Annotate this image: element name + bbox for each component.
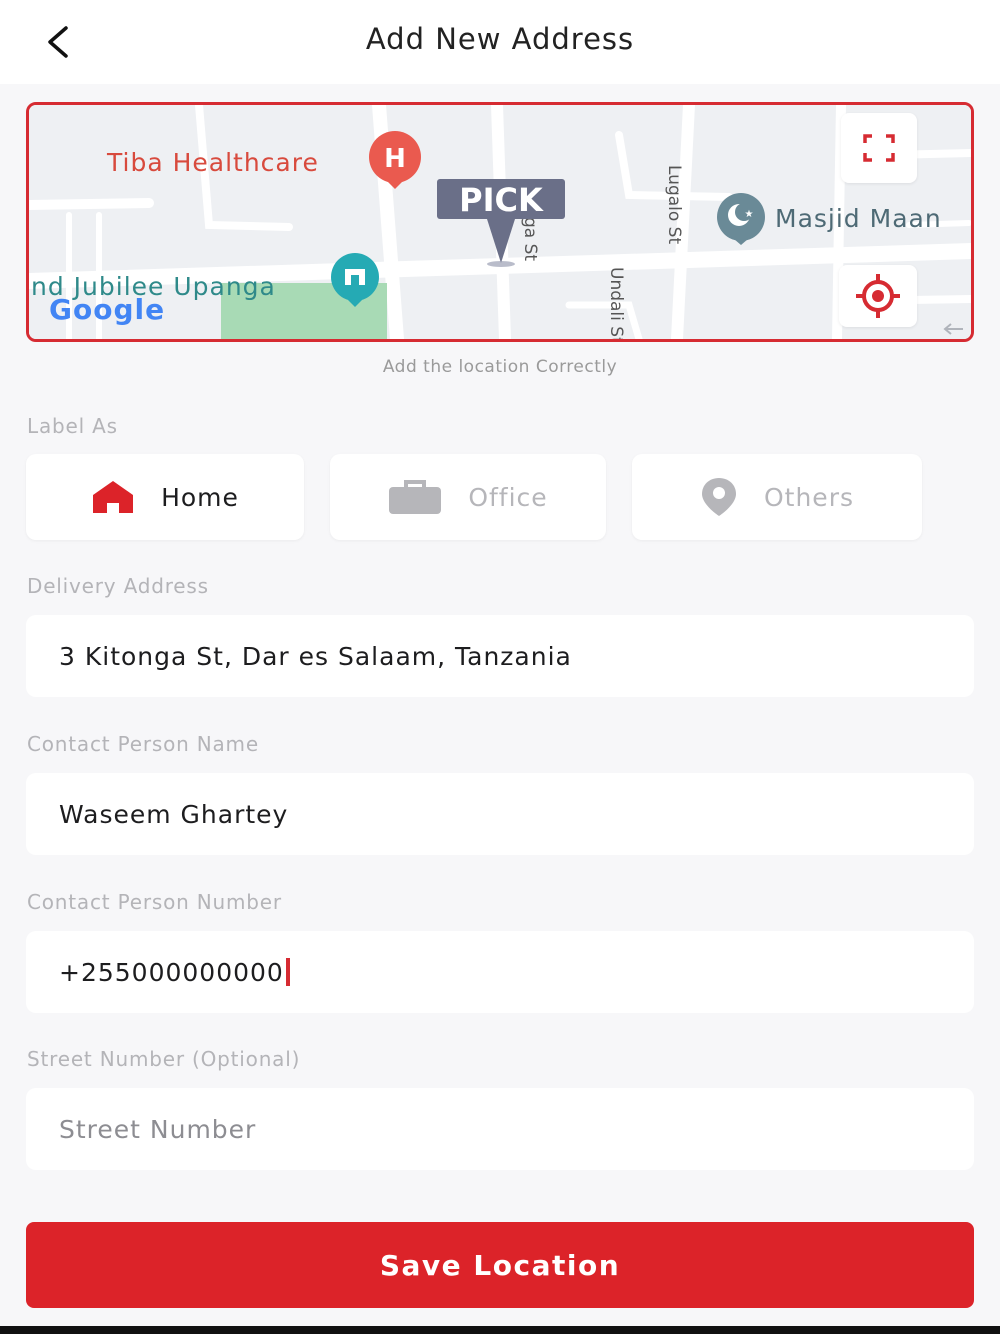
label-option-text: Others [763,482,854,512]
label-option-text: Home [161,482,239,512]
street-number-input[interactable]: Street Number [26,1088,974,1170]
contact-number-label: Contact Person Number [27,890,282,914]
map-view[interactable]: Tiba Healthcare H ★ Masjid Maan nd Jubil… [26,102,974,342]
save-location-label: Save Location [379,1248,621,1282]
briefcase-icon [389,480,442,514]
pick-label: PICK [459,181,544,219]
google-logo: Google [49,293,165,326]
svg-text:H: H [384,144,406,174]
app-header: Add New Address [0,0,1000,84]
street-number-placeholder: Street Number [59,1114,257,1144]
label-option-home[interactable]: Home [26,454,304,540]
fullscreen-icon [863,134,895,162]
street-number-label: Street Number (Optional) [27,1047,301,1071]
text-caret [285,958,290,986]
contact-number-value: +255000000000 [59,957,284,987]
label-as-title: Label As [27,414,118,438]
street-label-lugalo: Lugalo St [664,165,684,244]
contact-name-label: Contact Person Name [27,732,259,756]
label-option-office[interactable]: Office [330,454,606,540]
street-label-undali: Undali St [606,267,626,339]
save-location-button[interactable]: Save Location [26,1222,974,1308]
contact-name-input[interactable]: Waseem Ghartey [26,773,974,855]
page-title: Add New Address [365,22,635,56]
map-place-healthcare: Tiba Healthcare [106,148,319,177]
label-option-text: Office [468,482,548,512]
street-label-kitonga: ga St [520,217,540,261]
delivery-address-value: 3 Kitonga St, Dar es Salaam, Tanzania [59,641,572,671]
home-icon [93,481,134,513]
my-location-button[interactable] [839,265,917,327]
contact-number-input[interactable]: +255000000000 [26,931,974,1013]
contact-name-value: Waseem Ghartey [59,799,289,829]
fullscreen-button[interactable] [841,113,917,183]
location-pin-icon [701,478,736,516]
label-option-others[interactable]: Others [632,454,922,540]
svg-text:★: ★ [745,209,754,220]
delivery-address-label: Delivery Address [27,574,209,598]
map-canvas[interactable]: Tiba Healthcare H ★ Masjid Maan nd Jubil… [29,105,971,339]
map-hint-text: Add the location Correctly [382,357,618,377]
map-place-masjid: Masjid Maan [775,204,942,233]
delivery-address-input[interactable]: 3 Kitonga St, Dar es Salaam, Tanzania [26,615,974,697]
system-nav-bar [0,1326,1000,1334]
target-icon [856,274,900,318]
